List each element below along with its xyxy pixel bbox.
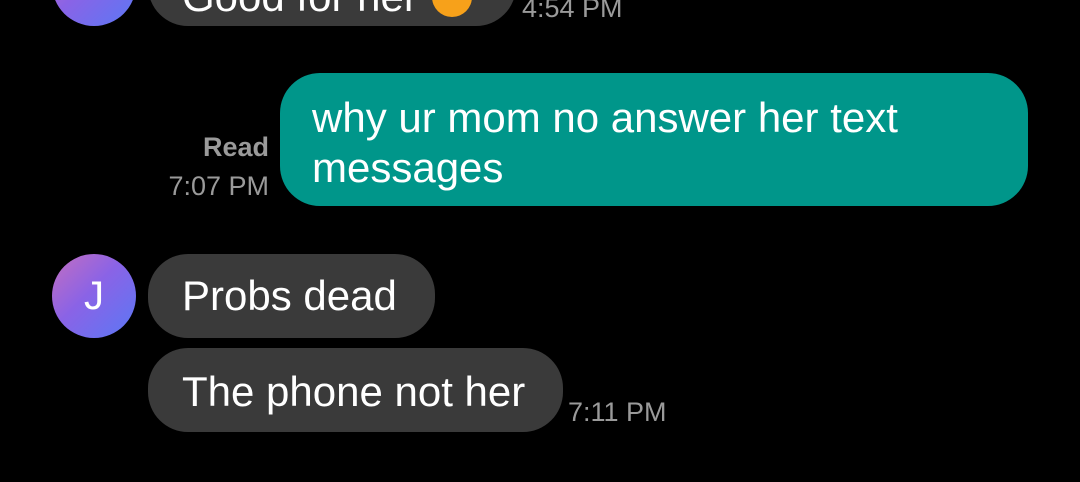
message-timestamp: 7:07 PM bbox=[168, 171, 269, 201]
message-text: The phone not her bbox=[182, 368, 526, 415]
read-receipt: Read bbox=[202, 132, 269, 162]
contact-avatar[interactable]: J bbox=[52, 254, 136, 338]
message-timestamp: 4:54 PM bbox=[522, 0, 623, 23]
message-text: Good for her bbox=[182, 0, 418, 20]
avatar-initial: J bbox=[84, 274, 104, 318]
message-text: why ur mom no answer her text messages bbox=[312, 94, 898, 191]
contact-avatar[interactable]: J bbox=[52, 0, 136, 26]
incoming-message-bubble[interactable]: Probs dead bbox=[148, 254, 435, 338]
message-timestamp: 7:11 PM bbox=[568, 397, 667, 427]
outgoing-message-bubble[interactable]: why ur mom no answer her text messages bbox=[280, 73, 1028, 206]
avatar-initial: J bbox=[84, 0, 104, 6]
incoming-message-bubble[interactable]: Good for her bbox=[148, 0, 516, 26]
message-text: Probs dead bbox=[182, 272, 397, 319]
smiling-face-emoji-icon bbox=[431, 0, 472, 17]
conversation-view: J Good for her 4:54 PM Read 7:07 PM why … bbox=[0, 0, 1080, 482]
incoming-message-bubble[interactable]: The phone not her bbox=[148, 348, 563, 432]
